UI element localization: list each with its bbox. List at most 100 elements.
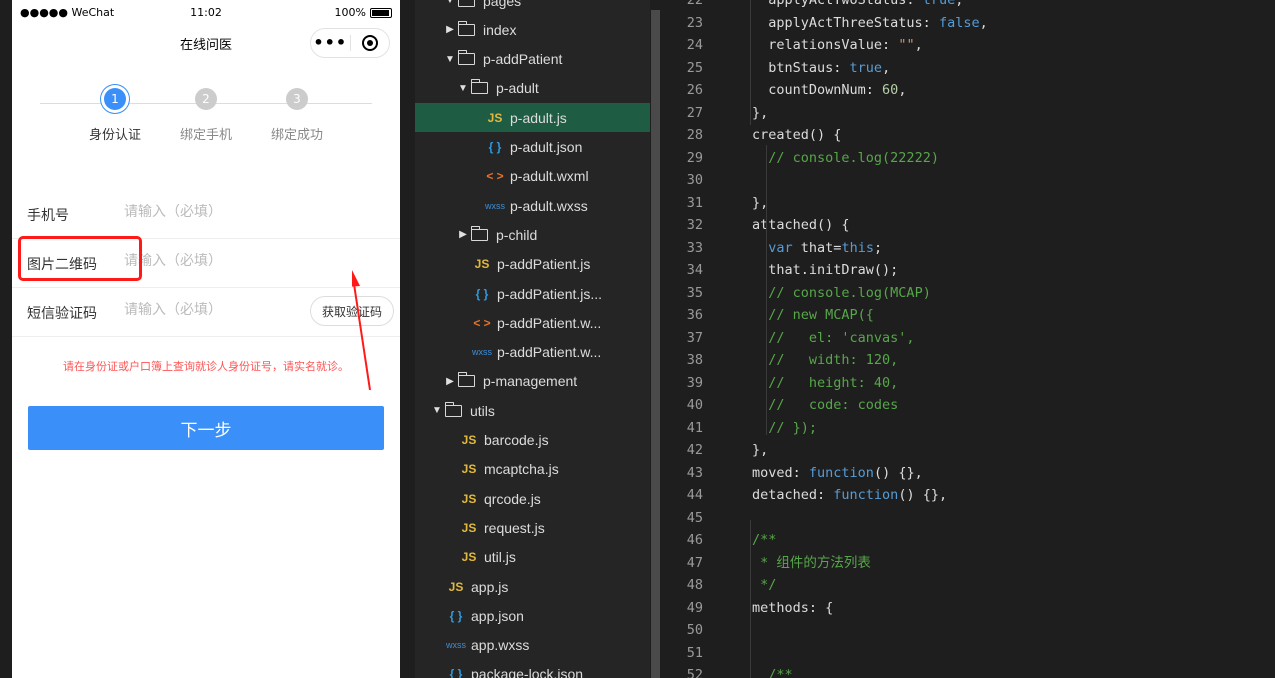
code-line[interactable]: 28 created() { [665, 124, 1275, 147]
code-line[interactable]: 36 // new MCAP({ [665, 304, 1275, 327]
code-line[interactable]: 27}, [665, 102, 1275, 125]
tree-item-label: app.json [471, 607, 524, 624]
annotation-highlight-box [18, 236, 142, 281]
code-line[interactable]: 48 */ [665, 574, 1275, 597]
code-line[interactable]: 44 detached: function() {}, [665, 484, 1275, 507]
code-line[interactable]: 50 [665, 619, 1275, 642]
line-number: 27 [686, 104, 703, 121]
chevron-right-icon[interactable]: ▶ [442, 24, 458, 35]
tree-item-label: p-management [483, 373, 578, 390]
tree-file[interactable]: wxss p-adult.wxss [415, 191, 650, 220]
code-text: that.initDraw(); [752, 262, 899, 278]
tree-file[interactable]: < > p-adult.wxml [415, 162, 650, 191]
tree-folder[interactable]: ▼ p-addPatient [415, 45, 650, 74]
code-line[interactable]: 25 btnStaus: true, [665, 57, 1275, 80]
tree-folder[interactable]: ▶ p-management [415, 367, 650, 396]
chevron-down-icon[interactable]: ▼ [429, 405, 445, 416]
sms-code-input[interactable] [124, 302, 304, 318]
code-editor[interactable]: 22 applyActTwoStatus: true, 23 applyActTh… [665, 0, 1275, 678]
line-number: 40 [686, 397, 703, 413]
code-line[interactable]: 31}, [665, 192, 1275, 215]
step-label: 身份认证 [88, 128, 141, 143]
tree-file[interactable]: { } p-addPatient.js... [415, 279, 650, 308]
code-line[interactable]: 32 attached() { [665, 214, 1275, 237]
tree-item-label: util.js [484, 549, 516, 566]
captcha-input[interactable] [124, 253, 304, 269]
code-line[interactable]: 26 countDownNum: 60, [665, 79, 1275, 102]
target-icon [361, 35, 378, 51]
code-line[interactable]: 40 // code: codes [665, 394, 1275, 417]
tree-item-label: p-adult [496, 80, 539, 97]
tree-file[interactable]: < > p-addPatient.w... [415, 308, 650, 337]
code-line[interactable]: 24 relationsValue: "", [665, 34, 1275, 57]
wxml-file-icon: < > [473, 315, 491, 330]
js-file-icon: JS [461, 550, 477, 565]
tree-file[interactable]: JS barcode.js [415, 426, 650, 455]
code-line[interactable]: 34 that.initDraw(); [665, 259, 1275, 282]
code-line[interactable]: 39 // height: 40, [665, 372, 1275, 395]
code-text: moved: function() {}, [752, 464, 923, 481]
more-icon[interactable]: ••• [311, 33, 350, 53]
js-file-icon: JS [474, 257, 490, 272]
line-number: 48 [686, 577, 703, 593]
step-label: 绑定手机 [179, 128, 232, 143]
tree-file[interactable]: JS p-addPatient.js [415, 250, 650, 279]
code-line[interactable]: 37 // el: 'canvas', [665, 327, 1275, 350]
chevron-right-icon[interactable]: ▶ [442, 376, 458, 387]
tree-file[interactable]: JS p-adult.js [415, 103, 650, 133]
line-number: 29 [686, 149, 703, 166]
annotation-arrow-icon [352, 270, 371, 391]
json-file-icon: { } [449, 667, 463, 678]
code-line[interactable]: 38 // width: 120, [665, 349, 1275, 372]
line-number: 31 [686, 194, 703, 211]
next-step-button[interactable]: 下一步 [28, 406, 384, 450]
indent-guide [766, 235, 767, 435]
tree-file[interactable]: JS request.js [415, 513, 650, 542]
chevron-down-icon[interactable]: ▼ [442, 54, 458, 65]
chevron-right-icon[interactable]: ▶ [455, 229, 471, 240]
tree-folder[interactable]: ▶ index [415, 15, 650, 44]
tree-folder[interactable]: ▶ p-child [415, 220, 650, 249]
tree-folder[interactable]: ▼ utils [415, 396, 650, 425]
code-line[interactable]: 23 applyActThreeStatus: false, [665, 12, 1275, 35]
code-line[interactable]: 33 var that=this; [665, 237, 1275, 260]
phone-input[interactable] [124, 204, 304, 220]
tree-file[interactable]: wxss p-addPatient.w... [415, 338, 650, 367]
step-label: 绑定成功 [270, 128, 323, 143]
code-text: * 组件的方法列表 [760, 554, 871, 571]
code-line[interactable]: 45 [665, 507, 1275, 530]
tree-item-label: qrcode.js [484, 490, 541, 507]
code-line[interactable]: 29 // console.log(22222) [665, 147, 1275, 170]
code-text: }, [752, 442, 769, 458]
code-line[interactable]: 42}, [665, 439, 1275, 462]
indent-guide [750, 0, 751, 125]
tree-folder[interactable]: ▼ pages [415, 0, 650, 15]
code-line[interactable]: 52 /** [665, 664, 1275, 678]
close-miniprogram-button[interactable] [351, 35, 390, 51]
tree-file[interactable]: JS util.js [415, 543, 650, 572]
code-line[interactable]: 35 // console.log(MCAP) [665, 282, 1275, 305]
code-line[interactable]: 43 moved: function() {}, [665, 462, 1275, 485]
code-line[interactable]: 47 * 组件的方法列表 [665, 552, 1275, 575]
explorer-scrollbar[interactable] [651, 10, 660, 678]
code-line[interactable]: 41 // }); [665, 417, 1275, 440]
tree-item-label: pages [483, 0, 522, 9]
tree-file[interactable]: { } p-adult.json [415, 133, 650, 162]
tree-file[interactable]: { } app.json [415, 601, 650, 630]
notice-text: 请在身份证或户口簿上查询就诊人身份证号，请实名就诊。 [63, 360, 349, 373]
code-line[interactable]: 22 applyActTwoStatus: true, [665, 0, 1275, 12]
tree-file[interactable]: { } package-lock.json [415, 660, 650, 678]
tree-file[interactable]: JS mcaptcha.js [415, 455, 650, 484]
code-line[interactable]: 46 /** [665, 529, 1275, 552]
chevron-down-icon[interactable]: ▼ [442, 0, 458, 6]
code-line[interactable]: 49 methods: { [665, 597, 1275, 620]
tree-file[interactable]: wxss app.wxss [415, 631, 650, 660]
tree-folder[interactable]: ▼ p-adult [415, 74, 650, 103]
tree-item-label: app.wxss [471, 637, 530, 654]
tree-file[interactable]: JS app.js [415, 572, 650, 601]
chevron-down-icon[interactable]: ▼ [455, 83, 471, 94]
code-line[interactable]: 51 [665, 642, 1275, 665]
tree-file[interactable]: JS qrcode.js [415, 484, 650, 513]
code-line[interactable]: 30 [665, 169, 1275, 192]
code-text: /** [752, 532, 777, 548]
